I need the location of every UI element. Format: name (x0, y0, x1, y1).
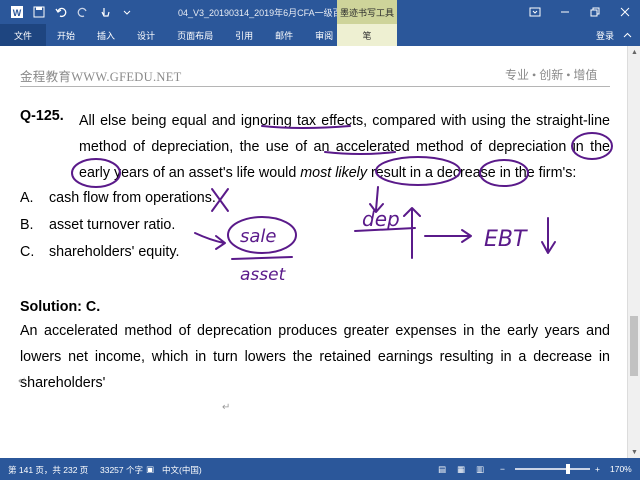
question-text-italic: most likely (300, 165, 367, 181)
header-divider (20, 86, 610, 87)
tab-references[interactable]: 引用 (224, 24, 264, 46)
window-controls (520, 0, 640, 24)
tab-layout[interactable]: 页面布局 (166, 24, 224, 46)
tab-insert[interactable]: 插入 (86, 24, 126, 46)
zoom-out-icon[interactable]: − (500, 464, 505, 474)
tab-pen[interactable]: 笔 (337, 24, 397, 46)
customize-qat-icon[interactable] (116, 0, 138, 24)
restore-icon[interactable] (580, 0, 610, 24)
zoom-slider-knob[interactable] (566, 464, 570, 474)
ink-text-ebt: EBT (484, 227, 528, 252)
tab-file[interactable]: 文件 (0, 24, 47, 46)
solution-title: Solution: C. (20, 299, 101, 315)
zoom-in-icon[interactable]: + (595, 464, 600, 474)
language-indicator[interactable]: 中文(中国) (162, 464, 202, 476)
touch-mode-icon[interactable] (94, 0, 116, 24)
option-letter: C. (20, 244, 35, 260)
quick-access-toolbar: W (0, 0, 138, 24)
word-icon[interactable]: W (6, 0, 28, 24)
document-page[interactable]: 金程教育WWW.GFEDU.NET 专业 • 创新 • 增值 Q-125. Al… (0, 46, 640, 458)
zoom-slider[interactable] (515, 468, 590, 470)
vertical-scrollbar[interactable]: ▲ ▼ (627, 46, 640, 458)
proofing-icon[interactable]: ▣ (146, 464, 154, 475)
ink-text-asset: asset (240, 265, 287, 285)
tab-home[interactable]: 开始 (46, 24, 86, 46)
option-text: cash flow from operations. (49, 190, 216, 206)
close-icon[interactable] (610, 0, 640, 24)
page-count[interactable]: 第 141 页，共 232 页 (8, 464, 88, 476)
question-text: All else being equal and ignoring tax ef… (79, 108, 610, 186)
scroll-up-icon[interactable]: ▲ (628, 46, 640, 58)
web-layout-icon[interactable]: ▥ (476, 464, 484, 475)
question-number: Q-125. (20, 108, 64, 124)
option-text: shareholders' equity. (49, 244, 180, 260)
svg-text:W: W (13, 8, 22, 18)
word-count[interactable]: 33257 个字 (100, 464, 143, 476)
scroll-down-icon[interactable]: ▼ (628, 446, 640, 458)
undo-icon[interactable] (50, 0, 72, 24)
solution-text: An accelerated method of deprecation pro… (20, 323, 610, 391)
zoom-level[interactable]: 170% (610, 464, 632, 474)
header-right-text: 专业 • 创新 • 增值 (505, 68, 598, 82)
ink-tools-context-label: 墨迹书写工具 (337, 0, 397, 24)
scroll-thumb[interactable] (630, 316, 638, 376)
option-text: asset turnover ratio. (49, 217, 176, 233)
question-text-part2: result in a decrease in the firm's: (367, 165, 577, 181)
ribbon-display-icon[interactable] (520, 0, 550, 24)
tab-design[interactable]: 设计 (126, 24, 166, 46)
collapse-ribbon-icon[interactable] (620, 28, 634, 42)
paragraph-mark: ↵ (18, 376, 27, 387)
signin-link[interactable]: 登录 (596, 29, 614, 42)
tab-mailings[interactable]: 邮件 (264, 24, 304, 46)
option-letter: A. (20, 190, 34, 206)
option-letter: B. (20, 217, 34, 233)
ribbon-tab-bar: 文件 开始 插入 设计 页面布局 引用 邮件 审阅 视图 笔 登录 (0, 24, 640, 46)
header-left-text: 金程教育WWW.GFEDU.NET (20, 70, 182, 84)
ink-text-sale: sale (240, 226, 276, 247)
title-bar: W 04_V3_20190314_2019年6月CFA一级百题预... 墨迹书写… (0, 0, 640, 24)
status-bar: 第 141 页，共 232 页 33257 个字 ▣ 中文(中国) ▤ ▦ ▥ … (0, 458, 640, 480)
save-icon[interactable] (28, 0, 50, 24)
paragraph-mark: ↵ (222, 402, 231, 413)
read-mode-icon[interactable]: ▤ (438, 464, 446, 475)
ink-text-dep: dep (362, 207, 400, 231)
print-layout-icon[interactable]: ▦ (457, 464, 465, 475)
minimize-icon[interactable] (550, 0, 580, 24)
redo-icon[interactable] (72, 0, 94, 24)
